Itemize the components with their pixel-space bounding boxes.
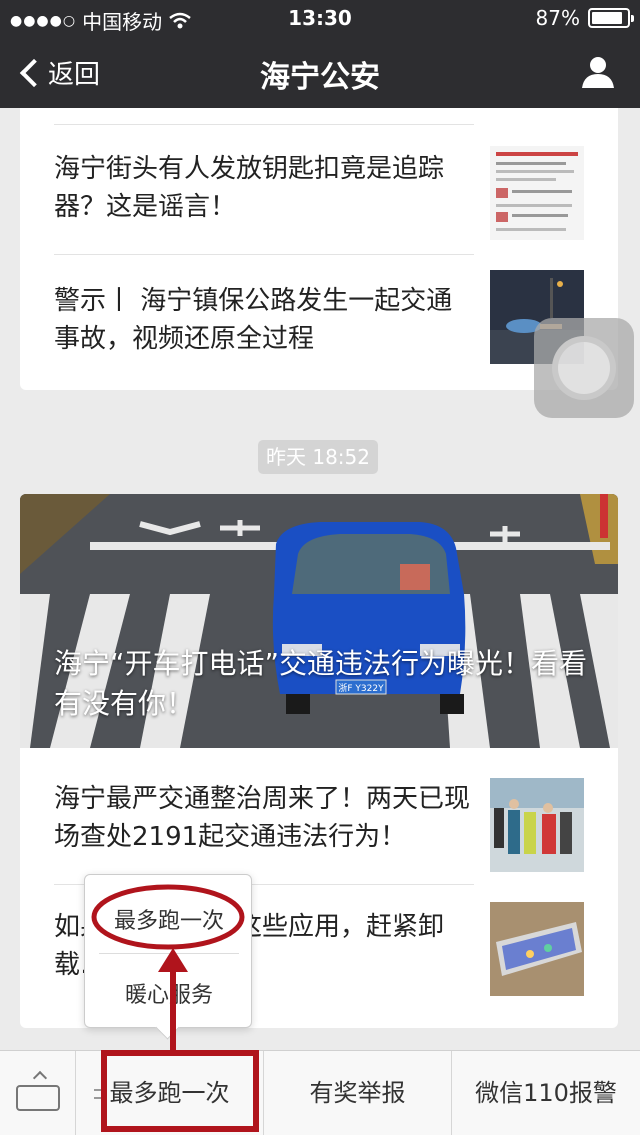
user-profile-icon[interactable]: [580, 54, 616, 90]
nav-bar: 返回 海宁公安: [0, 36, 640, 108]
article-item-1[interactable]: 海宁街头有人发放钥匙扣竟是追踪器？这是谣言！: [20, 138, 618, 248]
page-title: 海宁公安: [260, 60, 380, 95]
article-title: 警示丨 海宁镇保公路发生一起交通事故，视频还原全过程: [54, 286, 453, 354]
article-item-3[interactable]: 海宁最严交通整治周来了！两天已现场查处2191起交通违法行为！: [20, 764, 618, 884]
battery-level: [592, 12, 622, 24]
message-timestamp: 昨天 18:52: [258, 440, 378, 474]
divider: [99, 953, 239, 954]
menu-item-110[interactable]: 微信110报警: [452, 1051, 640, 1135]
hero-article[interactable]: 浙F Y322Y 海宁“开车打电话”交通违法行为曝光！看看有没有你！: [20, 494, 618, 748]
article-thumbnail: [490, 902, 584, 996]
hero-title: 海宁“开车打电话”交通违法行为曝光！看看有没有你！: [54, 647, 588, 720]
battery-info: 87%: [535, 6, 634, 30]
keyboard-toggle-button[interactable]: [0, 1051, 76, 1135]
keyboard-icon: [16, 1085, 60, 1111]
divider: [54, 254, 474, 255]
article-thumbnail: [490, 778, 584, 872]
bottom-menu-bar: 最多跑一次 有奖举报 微信110报警: [0, 1050, 640, 1135]
assistive-ring-icon: [552, 336, 616, 400]
submenu-icon: [94, 1089, 106, 1099]
menu-item-report[interactable]: 有奖举报: [264, 1051, 452, 1135]
article-title: 海宁街头有人发放钥匙扣竟是追踪器？这是谣言！: [54, 154, 445, 222]
battery-percent: 87%: [535, 6, 580, 30]
submenu-popup: 最多跑一次 暖心服务: [84, 874, 252, 1028]
submenu-item-zuiduo[interactable]: 最多跑一次: [85, 903, 253, 935]
status-bar: ●●●●○ 中国移动 13:30 87%: [0, 0, 640, 36]
submenu-item-nuanxin[interactable]: 暖心服务: [85, 977, 253, 1009]
divider: [54, 124, 474, 125]
article-thumbnail: [490, 146, 584, 240]
article-card-top: 海宁街头有人发放钥匙扣竟是追踪器？这是谣言！ 警示丨 海宁镇保公路发生一起交通事…: [20, 108, 618, 390]
menu-item-label: 最多跑一次: [109, 1079, 230, 1107]
article-item-2[interactable]: 警示丨 海宁镇保公路发生一起交通事故，视频还原全过程: [20, 268, 618, 378]
floating-assistive-button[interactable]: [534, 318, 634, 418]
article-title: 海宁最严交通整治周来了！两天已现场查处2191起交通违法行为！: [54, 784, 471, 852]
battery-icon: [588, 8, 634, 28]
menu-item-zuiduo[interactable]: 最多跑一次: [76, 1051, 264, 1135]
top-bar: ●●●●○ 中国移动 13:30 87% 返回 海宁公安: [0, 0, 640, 108]
